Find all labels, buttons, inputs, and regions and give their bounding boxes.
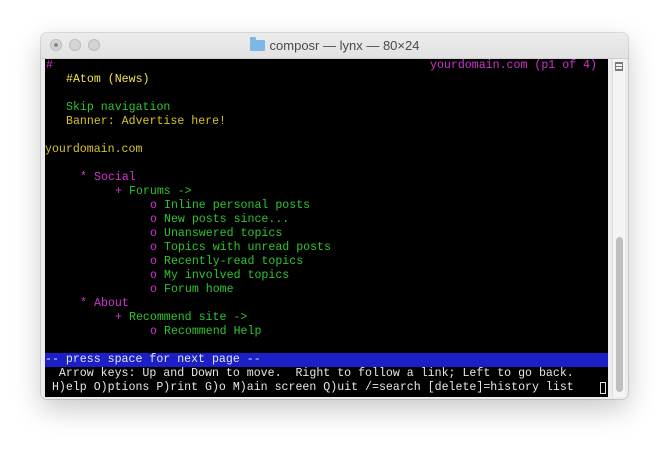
skip-navigation-link[interactable]: Skip navigation <box>66 101 170 115</box>
list-bullet: o <box>150 255 157 268</box>
help-line-commands: H)elp O)ptions P)rint G)o M)ain screen Q… <box>45 381 574 394</box>
list-bullet: o <box>150 199 157 212</box>
window-title-wrap: composr — lynx — 80×24 <box>41 37 628 54</box>
forum-link-new-posts[interactable]: New posts since... <box>164 213 289 227</box>
forum-link-forum-home[interactable]: Forum home <box>164 283 234 297</box>
recommend-bullet: + <box>115 311 122 324</box>
site-link[interactable]: yourdomain.com <box>45 143 142 157</box>
scrollbar-menu-icon[interactable] <box>615 62 623 71</box>
recommend-site-link[interactable]: Recommend site -> <box>129 311 247 325</box>
recommend-help-link[interactable]: Recommend Help <box>164 325 261 339</box>
banner-text: Banner: Advertise here! <box>66 115 227 128</box>
forum-link-unread-posts[interactable]: Topics with unread posts <box>164 241 331 255</box>
forum-link-recently-read[interactable]: Recently-read topics <box>164 255 303 269</box>
social-bullet: * <box>80 171 87 184</box>
forum-link-unanswered-topics[interactable]: Unanswered topics <box>164 227 282 241</box>
list-bullet: o <box>150 325 157 338</box>
page-indicator: yourdomain.com (p1 of 4) <box>430 59 597 72</box>
title-bar: composr — lynx — 80×24 <box>41 33 628 59</box>
atom-link[interactable]: #Atom (News) <box>66 73 150 87</box>
forum-link-involved-topics[interactable]: My involved topics <box>164 269 289 283</box>
text-cursor <box>600 382 606 394</box>
social-label: Social <box>94 171 136 184</box>
folder-icon <box>249 37 265 51</box>
about-bullet: * <box>80 297 87 310</box>
help-line-navigation: Arrow keys: Up and Down to move. Right t… <box>45 367 574 380</box>
terminal-window: composr — lynx — 80×24 # yourdomain.com … <box>41 33 628 399</box>
forums-link[interactable]: Forums -> <box>129 185 192 199</box>
terminal-screen[interactable]: # yourdomain.com (p1 of 4) #Atom (News) … <box>45 59 608 397</box>
about-label: About <box>94 297 129 310</box>
vertical-scrollbar[interactable] <box>612 59 625 397</box>
corner-hash: # <box>46 59 53 72</box>
scrollbar-thumb[interactable] <box>616 237 623 392</box>
list-bullet: o <box>150 241 157 254</box>
window-title: composr — lynx — 80×24 <box>269 38 420 53</box>
status-bar-text: -- press space for next page -- <box>45 353 261 366</box>
list-bullet: o <box>150 283 157 296</box>
forums-bullet: + <box>115 185 122 198</box>
list-bullet: o <box>150 269 157 282</box>
forum-link-inline-personal-posts[interactable]: Inline personal posts <box>164 199 310 213</box>
list-bullet: o <box>150 213 157 226</box>
list-bullet: o <box>150 227 157 240</box>
